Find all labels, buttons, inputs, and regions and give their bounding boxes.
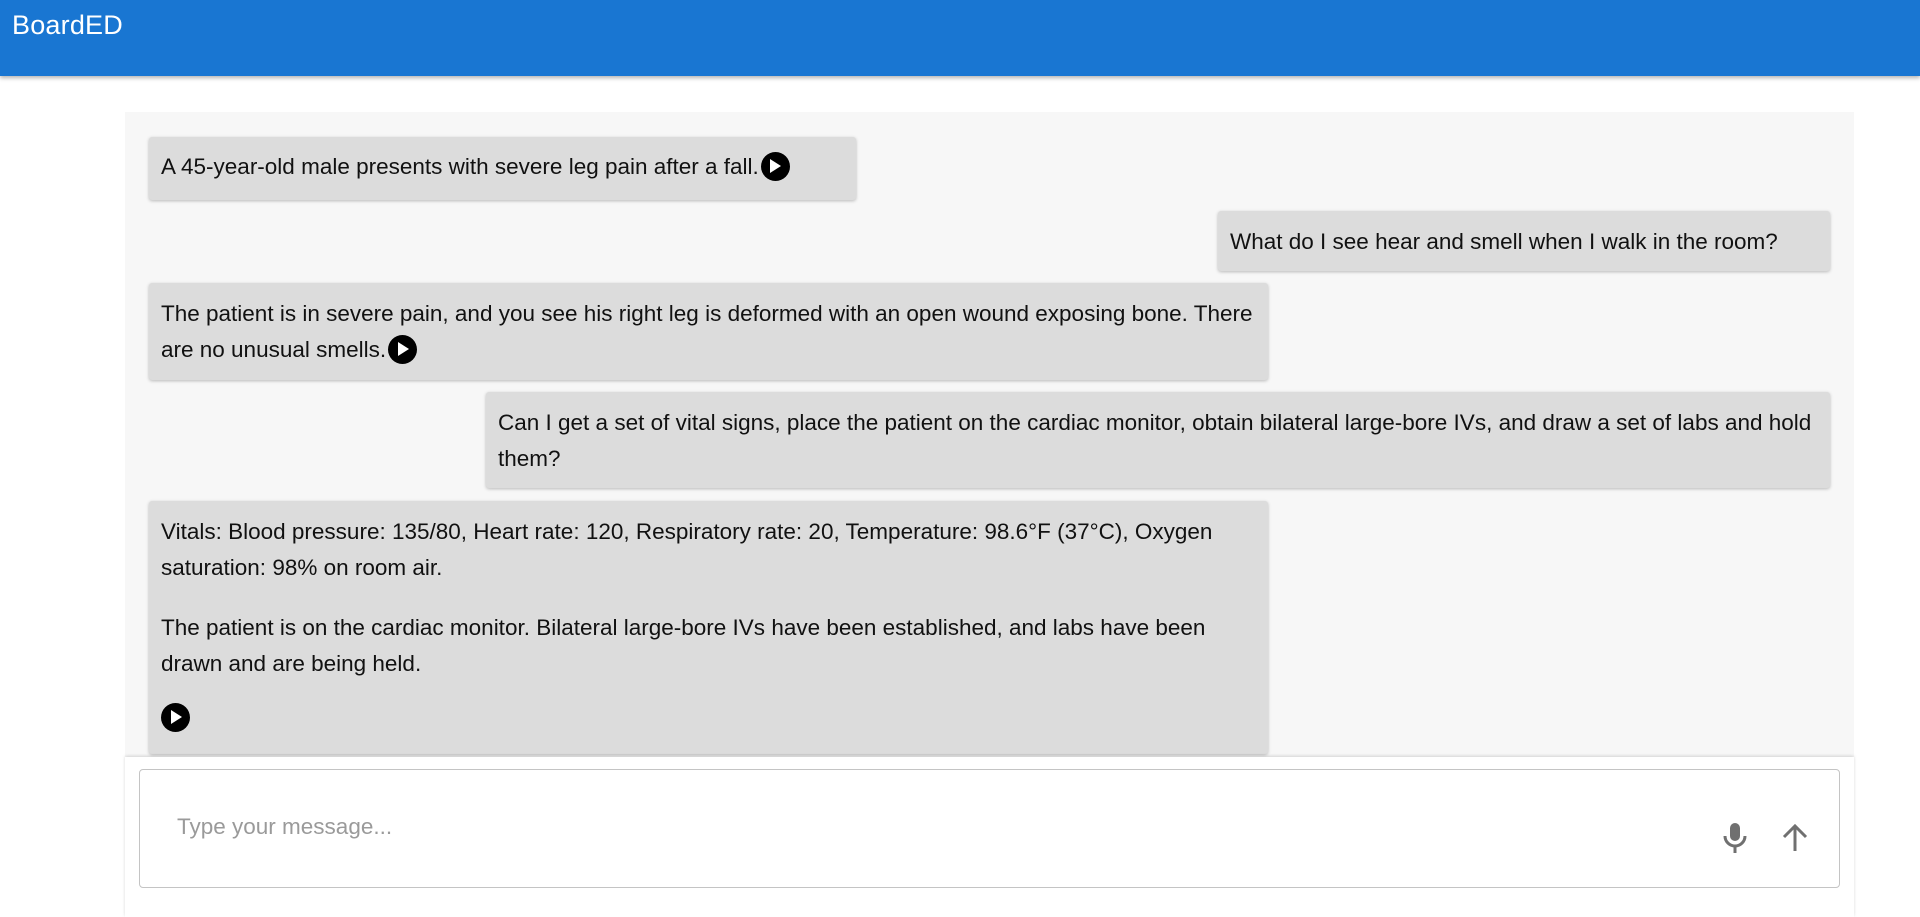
play-audio-button[interactable]	[161, 702, 190, 732]
message-text: The patient is on the cardiac monitor. B…	[161, 615, 1206, 676]
arrow-up-icon	[1782, 824, 1808, 851]
play-audio-button[interactable]	[388, 334, 418, 364]
play-icon	[170, 710, 182, 725]
user-message: Can I get a set of vital signs, place th…	[486, 392, 1830, 488]
send-button[interactable]	[1777, 820, 1813, 856]
message-text: A 45-year-old male presents with severe …	[161, 154, 759, 179]
message-text: What do I see hear and smell when I walk…	[1230, 229, 1778, 254]
play-icon	[770, 159, 782, 174]
app-bar: BoardED	[0, 0, 1920, 76]
message-text: Can I get a set of vital signs, place th…	[498, 410, 1812, 471]
assistant-message: Vitals: Blood pressure: 135/80, Heart ra…	[149, 501, 1268, 754]
assistant-message: The patient is in severe pain, and you s…	[149, 283, 1268, 380]
message-text: Vitals: Blood pressure: 135/80, Heart ra…	[161, 519, 1213, 580]
app-title: BoardED	[12, 10, 123, 40]
play-audio-button[interactable]	[760, 151, 790, 181]
microphone-icon	[1723, 823, 1747, 853]
assistant-message: A 45-year-old male presents with severe …	[149, 137, 856, 200]
composer	[125, 757, 1854, 917]
play-icon	[397, 342, 409, 357]
user-message: What do I see hear and smell when I walk…	[1218, 211, 1830, 271]
message-input-box[interactable]	[139, 769, 1840, 888]
message-input[interactable]	[175, 808, 1679, 846]
message-text: The patient is in severe pain, and you s…	[161, 301, 1253, 362]
microphone-button[interactable]	[1717, 820, 1753, 856]
